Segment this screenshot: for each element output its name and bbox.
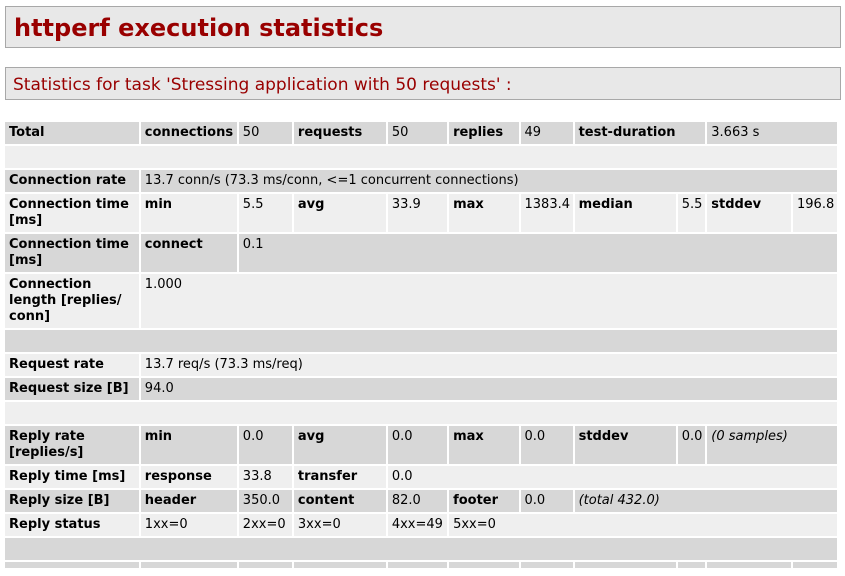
- value-cell: 49: [520, 122, 573, 144]
- key-cell: min: [140, 426, 237, 464]
- value-cell: 5.5: [238, 194, 292, 232]
- stats-table: Total connections 50 requests 50 replies…: [3, 120, 839, 570]
- row-reply-status: Reply status 1xx=0 2xx=0 3xx=0 4xx=49 5x…: [5, 514, 837, 536]
- value-cell: 0.0: [238, 426, 292, 464]
- value-cell: 0.0: [387, 426, 448, 464]
- value-cell: 50: [238, 122, 292, 144]
- key-cell: stddev: [707, 194, 792, 232]
- status-cell: 3xx=0: [293, 514, 386, 536]
- spacer-row: [5, 330, 837, 352]
- row-label: Connection time [ms]: [5, 194, 139, 232]
- key-cell: requests: [293, 122, 386, 144]
- row-reply-time: Reply time [ms] response 33.8 transfer 0…: [5, 466, 837, 488]
- note-cell: (total 432.0): [574, 490, 837, 512]
- row-label: Total: [5, 122, 139, 144]
- spacer-row: [5, 402, 837, 424]
- value-cell: 0.0: [677, 426, 706, 464]
- row-request-size: Request size [B] 94.0: [5, 378, 837, 400]
- key-cell: response: [140, 466, 237, 488]
- value-cell: 13.7 req/s (73.3 ms/req): [140, 354, 837, 376]
- key-cell: avg: [293, 194, 386, 232]
- status-cell: 5xx=0: [449, 514, 837, 536]
- status-cell: 2xx=0: [238, 514, 292, 536]
- row-reply-rate: Reply rate [replies/s] min 0.0 avg 0.0 m…: [5, 426, 837, 464]
- key-cell: content: [293, 490, 386, 512]
- key-cell: max: [449, 426, 519, 464]
- row-reply-size: Reply size [B] header 350.0 content 82.0…: [5, 490, 837, 512]
- value-cell: 13.7 conn/s (73.3 ms/conn, <=1 concurren…: [140, 170, 837, 192]
- page-title: httperf execution statistics: [14, 14, 384, 42]
- row-connection-time: Connection time [ms] min 5.5 avg 33.9 ma…: [5, 194, 837, 232]
- table-row: [5, 562, 837, 568]
- row-label: Request size [B]: [5, 378, 139, 400]
- value-cell: 196.8: [793, 194, 837, 232]
- row-total: Total connections 50 requests 50 replies…: [5, 122, 837, 144]
- row-connection-time-connect: Connection time [ms] connect 0.1: [5, 234, 837, 272]
- key-cell: connect: [140, 234, 237, 272]
- row-label: Reply time [ms]: [5, 466, 139, 488]
- status-cell: 1xx=0: [140, 514, 237, 536]
- key-cell: avg: [293, 426, 386, 464]
- key-cell: min: [140, 194, 237, 232]
- value-cell: 33.9: [387, 194, 448, 232]
- value-cell: 1.000: [140, 274, 837, 328]
- value-cell: 33.8: [238, 466, 292, 488]
- row-label: Request rate: [5, 354, 139, 376]
- value-cell: 50: [387, 122, 448, 144]
- row-connection-rate: Connection rate 13.7 conn/s (73.3 ms/con…: [5, 170, 837, 192]
- value-cell: 0.1: [238, 234, 837, 272]
- spacer-row: [5, 538, 837, 560]
- key-cell: replies: [449, 122, 519, 144]
- value-cell: 1383.4: [520, 194, 573, 232]
- value-cell: 350.0: [238, 490, 292, 512]
- page-title-box: httperf execution statistics: [5, 6, 841, 48]
- row-label: Reply size [B]: [5, 490, 139, 512]
- row-label: Connection rate: [5, 170, 139, 192]
- key-cell: max: [449, 194, 519, 232]
- spacer-row: [5, 146, 837, 168]
- value-cell: 94.0: [140, 378, 837, 400]
- task-title-box: Statistics for task 'Stressing applicati…: [5, 67, 841, 100]
- value-cell: 0.0: [520, 490, 573, 512]
- key-cell: connections: [140, 122, 237, 144]
- key-cell: median: [574, 194, 676, 232]
- status-cell: 4xx=49: [387, 514, 448, 536]
- row-label: Reply status: [5, 514, 139, 536]
- value-cell: 3.663 s: [707, 122, 837, 144]
- row-connection-length: Connection length [replies/ conn] 1.000: [5, 274, 837, 328]
- value-cell: 5.5: [677, 194, 706, 232]
- row-label: Connection time [ms]: [5, 234, 139, 272]
- key-cell: transfer: [293, 466, 386, 488]
- key-cell: footer: [449, 490, 519, 512]
- row-request-rate: Request rate 13.7 req/s (73.3 ms/req): [5, 354, 837, 376]
- row-label: Reply rate [replies/s]: [5, 426, 139, 464]
- value-cell: 0.0: [387, 466, 837, 488]
- value-cell: 0.0: [520, 426, 573, 464]
- key-cell: header: [140, 490, 237, 512]
- note-cell: (0 samples): [707, 426, 837, 464]
- key-cell: stddev: [574, 426, 676, 464]
- task-title: Statistics for task 'Stressing applicati…: [13, 75, 512, 95]
- value-cell: 82.0: [387, 490, 448, 512]
- row-label: Connection length [replies/ conn]: [5, 274, 139, 328]
- key-cell: test-duration: [574, 122, 706, 144]
